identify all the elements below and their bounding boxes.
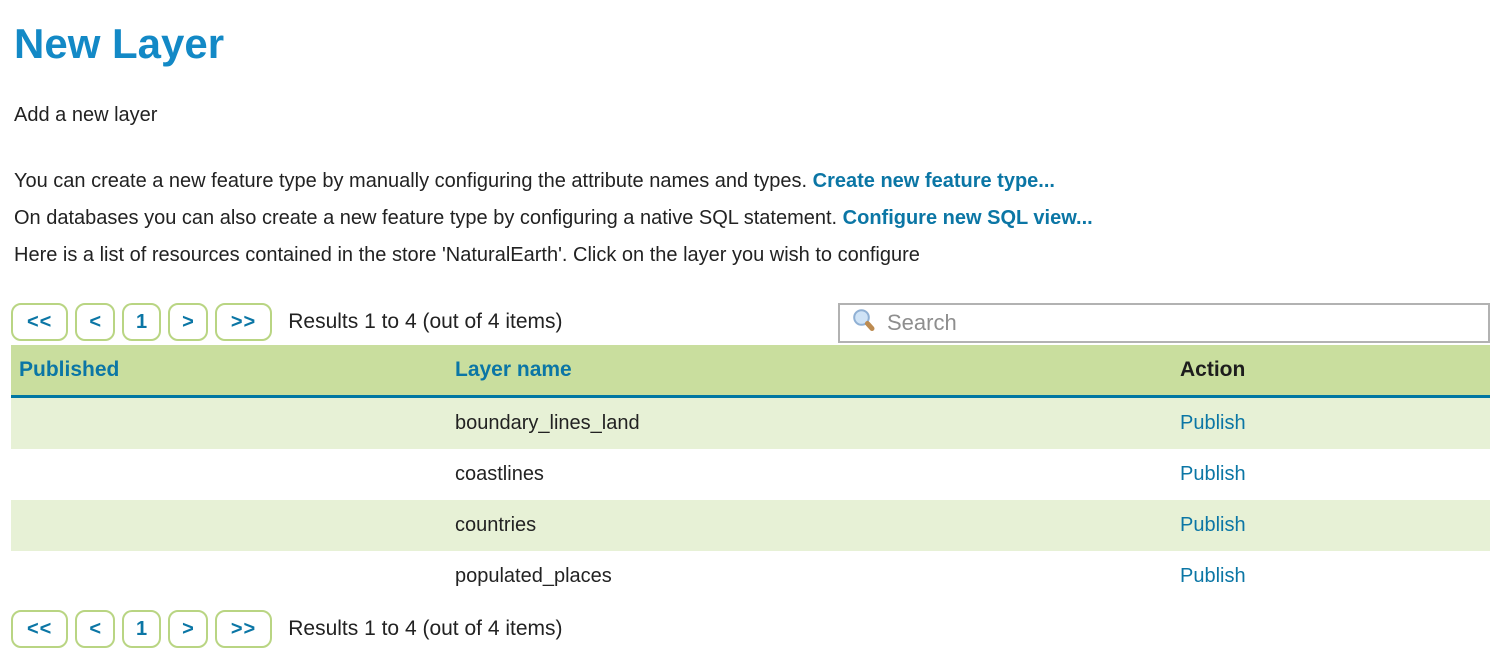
layer-name-cell: boundary_lines_land (447, 397, 1172, 450)
create-feature-type-link[interactable]: Create new feature type... (813, 170, 1055, 192)
search-box[interactable] (838, 303, 1490, 343)
publish-link[interactable]: Publish (1180, 514, 1246, 536)
page-1-button[interactable]: 1 (122, 303, 161, 341)
table-row: boundary_lines_land Publish (11, 397, 1490, 450)
new-layer-page: New Layer Add a new layer You can create… (0, 0, 1492, 664)
layer-name-cell: coastlines (447, 449, 1172, 500)
prev-page-button-bottom[interactable]: < (75, 610, 115, 648)
publish-link[interactable]: Publish (1180, 412, 1246, 434)
next-page-button[interactable]: > (168, 303, 208, 341)
next-page-button-bottom[interactable]: > (168, 610, 208, 648)
action-cell: Publish (1172, 449, 1490, 500)
intro-line-3-text: Here is a list of resources contained in… (14, 244, 920, 266)
publish-link[interactable]: Publish (1180, 463, 1246, 485)
column-header-published: Published (11, 345, 447, 397)
published-cell (11, 397, 447, 450)
search-input[interactable] (887, 310, 1488, 336)
table-row: coastlines Publish (11, 449, 1490, 500)
published-cell (11, 500, 447, 551)
configure-sql-view-link[interactable]: Configure new SQL view... (843, 207, 1093, 229)
first-page-button-bottom[interactable]: << (11, 610, 68, 648)
action-cell: Publish (1172, 500, 1490, 551)
search-icon (851, 308, 877, 339)
column-header-action: Action (1172, 345, 1490, 397)
intro-line-2-text: On databases you can also create a new f… (14, 207, 843, 229)
intro-line-1-text: You can create a new feature type by man… (14, 170, 813, 192)
layers-table: Published Layer name Action boundary_lin… (11, 345, 1490, 602)
table-row: countries Publish (11, 500, 1490, 551)
intro-text: You can create a new feature type by man… (14, 163, 1492, 274)
table-header-row: Published Layer name Action (11, 345, 1490, 397)
pager-bottom: << < 1 > >> Results 1 to 4 (out of 4 ite… (11, 610, 1492, 648)
layer-name-cell: populated_places (447, 551, 1172, 602)
intro-line-1: You can create a new feature type by man… (14, 163, 1492, 200)
intro-line-3: Here is a list of resources contained in… (14, 237, 1492, 274)
page-1-button-bottom[interactable]: 1 (122, 610, 161, 648)
table-row: populated_places Publish (11, 551, 1490, 602)
page-title: New Layer (14, 20, 1492, 68)
last-page-button-bottom[interactable]: >> (215, 610, 272, 648)
first-page-button[interactable]: << (11, 303, 68, 341)
publish-link[interactable]: Publish (1180, 565, 1246, 587)
published-sort-link[interactable]: Published (19, 358, 119, 381)
layer-name-cell: countries (447, 500, 1172, 551)
results-summary: Results 1 to 4 (out of 4 items) (288, 310, 562, 334)
results-summary-bottom: Results 1 to 4 (out of 4 items) (288, 617, 562, 641)
column-header-layer-name: Layer name (447, 345, 1172, 397)
intro-line-2: On databases you can also create a new f… (14, 200, 1492, 237)
layer-name-sort-link[interactable]: Layer name (455, 358, 572, 381)
table-toolbar: << < 1 > >> Results 1 to 4 (out of 4 ite… (11, 303, 1490, 343)
action-cell: Publish (1172, 397, 1490, 450)
action-cell: Publish (1172, 551, 1490, 602)
prev-page-button[interactable]: < (75, 303, 115, 341)
page-subtitle: Add a new layer (14, 103, 1492, 127)
published-cell (11, 551, 447, 602)
published-cell (11, 449, 447, 500)
last-page-button[interactable]: >> (215, 303, 272, 341)
pager-top: << < 1 > >> Results 1 to 4 (out of 4 ite… (11, 303, 563, 341)
